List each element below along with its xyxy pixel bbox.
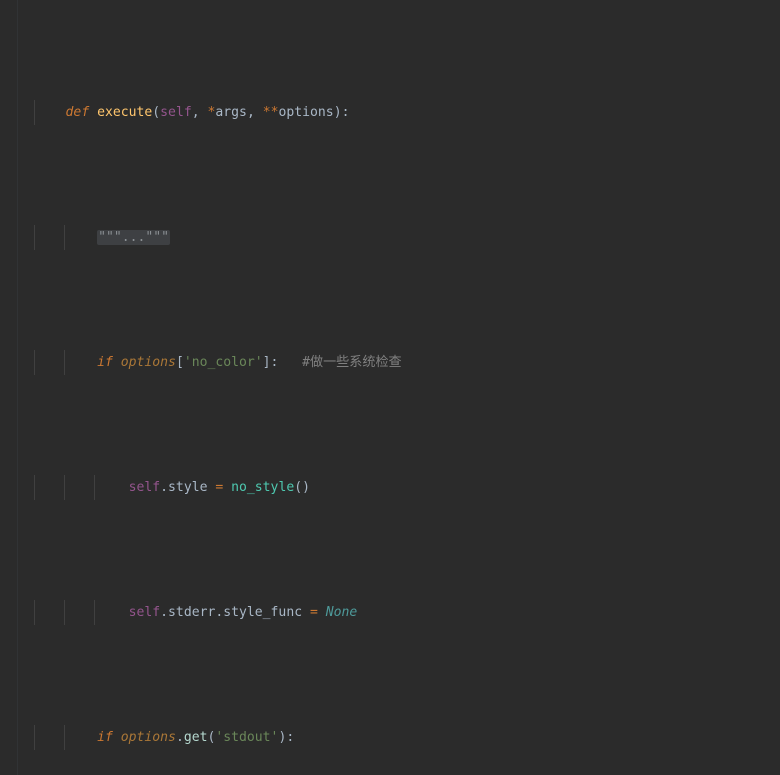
indent-guide bbox=[34, 225, 35, 250]
docstring-fold-placeholder[interactable]: """...""" bbox=[97, 230, 171, 245]
code-line[interactable]: if options.get('stdout'): bbox=[17, 725, 780, 750]
code-line[interactable]: if options['no_color']: #做一些系统检查 bbox=[17, 350, 780, 375]
indent-guide bbox=[34, 100, 35, 125]
code-line[interactable]: self.style = no_style() bbox=[17, 475, 780, 500]
code-line[interactable]: self.stderr.style_func = None bbox=[17, 600, 780, 625]
indent-guide bbox=[94, 475, 95, 500]
token-def: def execute(self, *args, **options): bbox=[65, 105, 350, 120]
indent-guide bbox=[64, 475, 65, 500]
code-editor[interactable]: def execute(self, *args, **options): """… bbox=[0, 0, 780, 775]
code-line[interactable]: def execute(self, *args, **options): bbox=[17, 100, 780, 125]
indent-guide bbox=[94, 600, 95, 625]
code-content[interactable]: def execute(self, *args, **options): """… bbox=[17, 0, 780, 775]
code-line-docstring-fold[interactable]: """...""" bbox=[17, 225, 780, 250]
indent-guide bbox=[34, 600, 35, 625]
indent-guide bbox=[64, 600, 65, 625]
inline-comment: #做一些系统检查 bbox=[302, 355, 402, 370]
editor-gutter[interactable] bbox=[0, 0, 18, 775]
indent-guide bbox=[64, 225, 65, 250]
indent-guide bbox=[34, 350, 35, 375]
indent-guide bbox=[34, 475, 35, 500]
indent-guide bbox=[34, 725, 35, 750]
indent-guide bbox=[64, 350, 65, 375]
indent-guide bbox=[64, 725, 65, 750]
